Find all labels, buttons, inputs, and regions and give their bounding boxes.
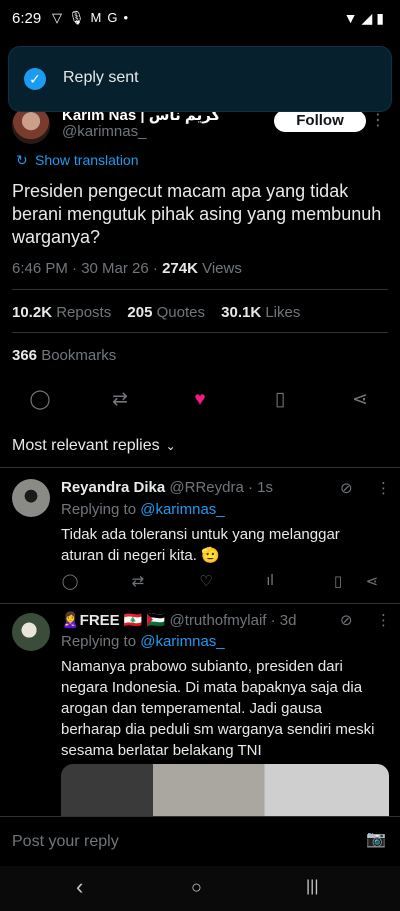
reply-text: Namanya prabowo subianto, presiden dari … [61,658,375,759]
reply-text: Tidak ada toleransi untuk yang melanggar… [61,526,340,564]
more-options-icon[interactable]: ⋮ [370,110,386,130]
gmail-icon: M [90,10,108,25]
mic-icon: 🎙 [68,10,91,25]
quotes-label: Quotes [152,304,205,321]
reply-avatar[interactable] [12,613,50,651]
post-timestamp: 6:46 PM · 30 Mar 26 · [12,260,163,277]
system-navigation-bar: ‹ ○ ||| [0,866,400,911]
replies-sort-label: Most relevant replies [12,437,160,454]
back-icon[interactable]: ‹ [76,874,83,900]
author-handle[interactable]: @karimnas_ [62,123,146,140]
post-actions: ◯ ⇄ ♥ ▯ ⋖ [0,388,400,412]
bookmark-icon[interactable]: ▯ [268,388,292,412]
reply-composer: Post your reply 📷 [0,816,400,867]
mention-link[interactable]: @karimnas_ [140,633,224,650]
divider [12,289,388,290]
show-translation-label: Show translation [35,152,139,168]
share-icon[interactable]: ⋖ [348,388,372,412]
like-icon[interactable]: ♥ [188,388,212,412]
reply-author-name[interactable]: 🙎‍♀️FREE 🇱🇧 🇵🇸 [61,612,165,629]
bookmarks-count: 366 [12,347,38,364]
grok-icon[interactable]: ⊘ [340,479,353,497]
dot-icon: • [123,10,135,25]
likes-stat[interactable]: 30.1K Likes [221,304,300,321]
divider [0,603,400,604]
likes-label: Likes [261,304,301,321]
chevron-down-icon: ⌄ [165,439,176,453]
replying-to: Replying to @karimnas_ [61,633,225,650]
toast-message: Reply sent [63,69,139,86]
bookmark-icon[interactable]: ▯ [328,572,348,590]
reply-header: Reyandra Dika @RReydra · 1s [61,479,273,496]
bookmarks-stat[interactable]: 366 Bookmarks [12,347,116,364]
reposts-count: 10.2K [12,304,53,321]
signal-icon: ◢ [361,10,377,26]
reply-time: · 3d [266,612,297,629]
battery-icon: ▮ [376,10,388,26]
divider [12,332,388,333]
reply-author-handle[interactable]: @RReydra [169,479,243,496]
reposts-label: Reposts [52,304,112,321]
camera-icon[interactable]: 📷 [366,829,386,849]
reply-icon[interactable]: ◯ [28,388,52,412]
replies-sort-dropdown[interactable]: Most relevant replies ⌄ [12,437,176,455]
replying-to: Replying to @karimnas_ [61,501,225,518]
replying-prefix: Replying to [61,501,141,518]
google-icon: G [107,10,124,25]
likes-count: 30.1K [221,304,262,321]
views-count: 274K [162,260,198,277]
reply-time: · 1s [243,479,273,496]
more-options-icon[interactable]: ⋮ [376,479,391,497]
grok-icon[interactable]: ⊘ [340,611,353,629]
reply-image[interactable] [61,764,389,816]
check-circle-icon: ✓ [24,68,46,90]
follow-button[interactable]: Follow [274,110,366,132]
reposts-stat[interactable]: 10.2K Reposts [12,304,111,321]
quotes-count: 205 [127,304,153,321]
quotes-stat[interactable]: 205 Quotes [127,304,205,321]
reply-icon[interactable]: ◯ [60,572,80,590]
reply-header: 🙎‍♀️FREE 🇱🇧 🇵🇸 @truthofmylaif · 3d [61,611,296,629]
reply-author-handle[interactable]: @truthofmylaif [170,612,267,629]
post-stats: 10.2K Reposts 205 Quotes 30.1K Likes [12,304,312,321]
translate-icon: ↻ [16,152,28,168]
reply-actions: ◯ ⇄ ♡ ıl ▯ ⋖ [0,572,400,592]
mention-link[interactable]: @karimnas_ [140,501,224,518]
share-icon[interactable]: ⋖ [362,572,382,590]
reply-author-name[interactable]: Reyandra Dika [61,479,165,496]
home-icon[interactable]: ○ [191,877,202,898]
show-translation-link[interactable]: ↻ Show translation [16,152,139,169]
more-options-icon[interactable]: ⋮ [376,611,391,629]
divider [0,467,400,468]
reply-input[interactable]: Post your reply [12,833,119,851]
post-text: Presiden pengecut macam apa yang tidak b… [12,181,382,247]
replying-prefix: Replying to [61,633,141,650]
recents-icon[interactable]: ||| [306,878,318,896]
notification-icons: ▽🎙MG• [52,10,134,26]
views-label: Views [197,260,242,277]
repost-icon[interactable]: ⇄ [128,572,148,590]
wifi-icon: ▼ [343,10,362,26]
clock: 6:29 [12,10,42,27]
post-meta: 6:46 PM · 30 Mar 26 · 274K Views [12,260,242,277]
views-icon[interactable]: ıl [260,572,280,589]
bookmarks-label: Bookmarks [37,347,117,364]
vpn-icon: ▽ [52,10,68,25]
repost-icon[interactable]: ⇄ [108,388,132,412]
system-icons: ▼◢▮ [344,10,388,27]
status-bar: 6:29 ▽🎙MG• ▼◢▮ [0,0,400,38]
reply-avatar[interactable] [12,479,50,517]
reply-sent-toast: ✓ Reply sent [8,46,392,112]
like-icon[interactable]: ♡ [196,572,216,590]
